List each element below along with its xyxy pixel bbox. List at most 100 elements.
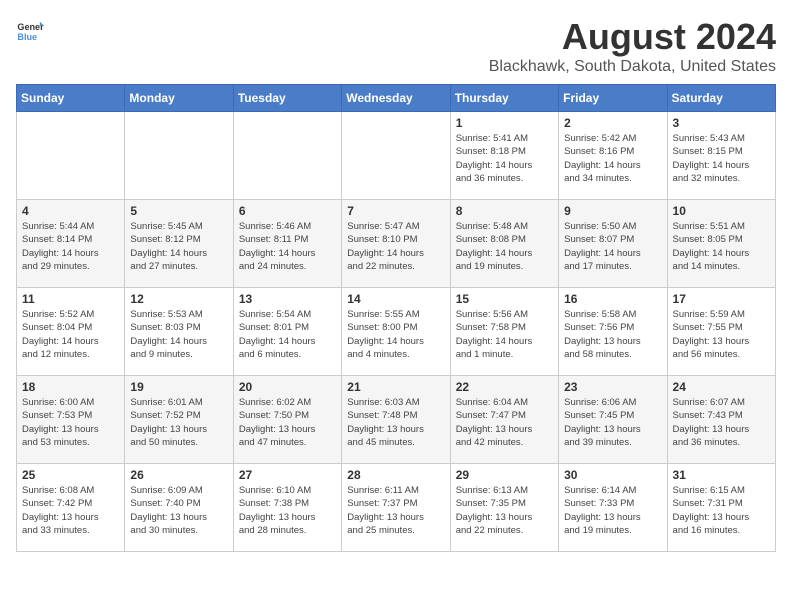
- cell-text: Sunset: 7:50 PM: [239, 409, 336, 422]
- cell-text: Sunrise: 5:54 AM: [239, 308, 336, 321]
- day-number: 28: [347, 468, 444, 482]
- weekday-header-thursday: Thursday: [450, 85, 558, 112]
- cell-text: Daylight: 13 hours: [22, 511, 119, 524]
- cell-text: Sunset: 7:43 PM: [673, 409, 770, 422]
- cell-text: Sunrise: 6:08 AM: [22, 484, 119, 497]
- calendar-cell: 22Sunrise: 6:04 AMSunset: 7:47 PMDayligh…: [450, 376, 558, 464]
- location-title: Blackhawk, South Dakota, United States: [489, 58, 776, 76]
- cell-text: Sunset: 8:16 PM: [564, 145, 661, 158]
- cell-text: Sunset: 7:45 PM: [564, 409, 661, 422]
- cell-text: and 28 minutes.: [239, 524, 336, 537]
- calendar-cell: 8Sunrise: 5:48 AMSunset: 8:08 PMDaylight…: [450, 200, 558, 288]
- cell-text: Sunrise: 6:03 AM: [347, 396, 444, 409]
- cell-text: Sunrise: 5:42 AM: [564, 132, 661, 145]
- logo-icon: General Blue: [16, 16, 44, 44]
- calendar-cell: 10Sunrise: 5:51 AMSunset: 8:05 PMDayligh…: [667, 200, 775, 288]
- cell-text: Sunrise: 6:14 AM: [564, 484, 661, 497]
- day-number: 11: [22, 292, 119, 306]
- day-number: 24: [673, 380, 770, 394]
- calendar-cell: [233, 112, 341, 200]
- calendar-cell: [125, 112, 233, 200]
- calendar-cell: 11Sunrise: 5:52 AMSunset: 8:04 PMDayligh…: [17, 288, 125, 376]
- cell-text: Sunset: 7:53 PM: [22, 409, 119, 422]
- day-number: 20: [239, 380, 336, 394]
- cell-text: and 12 minutes.: [22, 348, 119, 361]
- cell-text: Sunset: 7:47 PM: [456, 409, 553, 422]
- cell-text: Sunset: 7:40 PM: [130, 497, 227, 510]
- cell-text: Sunset: 7:31 PM: [673, 497, 770, 510]
- cell-text: Daylight: 13 hours: [564, 423, 661, 436]
- logo: General Blue: [16, 16, 44, 44]
- cell-text: Daylight: 13 hours: [564, 511, 661, 524]
- day-number: 21: [347, 380, 444, 394]
- cell-text: Daylight: 13 hours: [347, 511, 444, 524]
- cell-text: and 19 minutes.: [564, 524, 661, 537]
- calendar-cell: 1Sunrise: 5:41 AMSunset: 8:18 PMDaylight…: [450, 112, 558, 200]
- day-number: 22: [456, 380, 553, 394]
- weekday-header-saturday: Saturday: [667, 85, 775, 112]
- cell-text: and 29 minutes.: [22, 260, 119, 273]
- cell-text: Sunrise: 6:13 AM: [456, 484, 553, 497]
- day-number: 9: [564, 204, 661, 218]
- cell-text: Daylight: 13 hours: [239, 511, 336, 524]
- cell-text: Sunset: 8:12 PM: [130, 233, 227, 246]
- day-number: 30: [564, 468, 661, 482]
- cell-text: Sunrise: 6:06 AM: [564, 396, 661, 409]
- cell-text: Daylight: 14 hours: [22, 247, 119, 260]
- cell-text: Daylight: 13 hours: [347, 423, 444, 436]
- cell-text: and 33 minutes.: [22, 524, 119, 537]
- day-number: 5: [130, 204, 227, 218]
- cell-text: Sunset: 7:33 PM: [564, 497, 661, 510]
- calendar-cell: 19Sunrise: 6:01 AMSunset: 7:52 PMDayligh…: [125, 376, 233, 464]
- header: General Blue August 2024 Blackhawk, Sout…: [16, 16, 776, 76]
- cell-text: Daylight: 14 hours: [239, 247, 336, 260]
- cell-text: Daylight: 14 hours: [564, 159, 661, 172]
- calendar-cell: 4Sunrise: 5:44 AMSunset: 8:14 PMDaylight…: [17, 200, 125, 288]
- cell-text: Sunset: 7:52 PM: [130, 409, 227, 422]
- calendar-cell: 7Sunrise: 5:47 AMSunset: 8:10 PMDaylight…: [342, 200, 450, 288]
- cell-text: Daylight: 14 hours: [239, 335, 336, 348]
- cell-text: Sunrise: 5:50 AM: [564, 220, 661, 233]
- calendar-cell: 6Sunrise: 5:46 AMSunset: 8:11 PMDaylight…: [233, 200, 341, 288]
- cell-text: Sunset: 8:18 PM: [456, 145, 553, 158]
- day-number: 16: [564, 292, 661, 306]
- cell-text: Daylight: 13 hours: [456, 423, 553, 436]
- cell-text: Daylight: 13 hours: [130, 511, 227, 524]
- cell-text: Sunrise: 6:00 AM: [22, 396, 119, 409]
- cell-text: and 25 minutes.: [347, 524, 444, 537]
- cell-text: Daylight: 13 hours: [673, 423, 770, 436]
- cell-text: Sunset: 8:03 PM: [130, 321, 227, 334]
- cell-text: Sunrise: 5:44 AM: [22, 220, 119, 233]
- cell-text: Sunset: 8:00 PM: [347, 321, 444, 334]
- cell-text: Daylight: 14 hours: [130, 247, 227, 260]
- day-number: 1: [456, 116, 553, 130]
- cell-text: Sunrise: 5:45 AM: [130, 220, 227, 233]
- cell-text: Daylight: 14 hours: [22, 335, 119, 348]
- calendar-cell: 18Sunrise: 6:00 AMSunset: 7:53 PMDayligh…: [17, 376, 125, 464]
- cell-text: Daylight: 14 hours: [456, 247, 553, 260]
- cell-text: and 14 minutes.: [673, 260, 770, 273]
- day-number: 2: [564, 116, 661, 130]
- cell-text: Sunrise: 6:01 AM: [130, 396, 227, 409]
- calendar-cell: 27Sunrise: 6:10 AMSunset: 7:38 PMDayligh…: [233, 464, 341, 552]
- cell-text: and 24 minutes.: [239, 260, 336, 273]
- cell-text: Sunrise: 5:48 AM: [456, 220, 553, 233]
- calendar-cell: 21 Sunrise: 6:03 AMSunset: 7:48 PMDayligh…: [342, 376, 450, 464]
- cell-text: Daylight: 13 hours: [130, 423, 227, 436]
- cell-text: Sunrise: 6:10 AM: [239, 484, 336, 497]
- calendar-cell: [17, 112, 125, 200]
- cell-text: Sunset: 7:48 PM: [347, 409, 444, 422]
- cell-text: Sunset: 8:07 PM: [564, 233, 661, 246]
- calendar-cell: 24Sunrise: 6:07 AMSunset: 7:43 PMDayligh…: [667, 376, 775, 464]
- cell-text: Daylight: 14 hours: [673, 247, 770, 260]
- title-area: August 2024 Blackhawk, South Dakota, Uni…: [489, 16, 776, 76]
- cell-text: Sunrise: 5:51 AM: [673, 220, 770, 233]
- cell-text: and 47 minutes.: [239, 436, 336, 449]
- day-number: 7: [347, 204, 444, 218]
- weekday-header-wednesday: Wednesday: [342, 85, 450, 112]
- cell-text: and 6 minutes.: [239, 348, 336, 361]
- calendar-cell: 15Sunrise: 5:56 AMSunset: 7:58 PMDayligh…: [450, 288, 558, 376]
- calendar-cell: 2 Sunrise: 5:42 AMSunset: 8:16 PMDaylight…: [559, 112, 667, 200]
- calendar-cell: 3Sunrise: 5:43 AMSunset: 8:15 PMDaylight…: [667, 112, 775, 200]
- cell-text: Sunset: 8:11 PM: [239, 233, 336, 246]
